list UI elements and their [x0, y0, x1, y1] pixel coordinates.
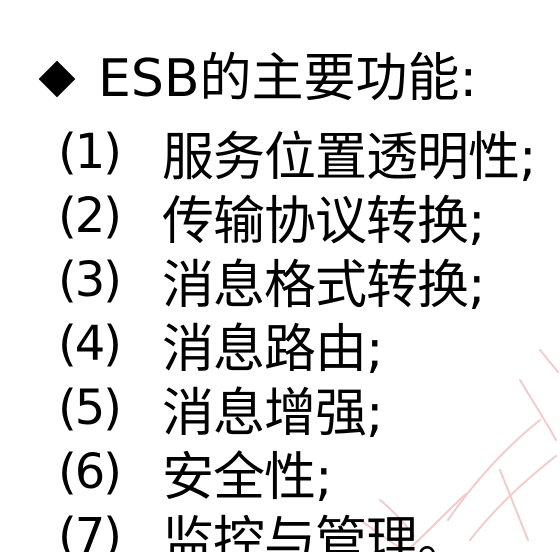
item-number: (7)	[58, 508, 122, 552]
item-number: (1)	[58, 124, 122, 180]
list-item: (4) 消息路由;	[58, 312, 536, 380]
list-item: (6) 安全性;	[58, 440, 536, 508]
list-item: (3) 消息格式转换;	[58, 248, 536, 316]
item-text: 监控与管理。	[162, 511, 469, 552]
list-item: (7) 监控与管理。	[58, 504, 536, 552]
item-number: (4)	[58, 316, 122, 372]
diamond-bullet-icon	[38, 60, 76, 98]
list-item: (2) 传输协议转换;	[58, 184, 536, 252]
slide: ESB的主要功能: (1) 服务位置透明性; (2) 传输协议转换; (3) 消…	[0, 0, 560, 552]
heading-text: ESB的主要功能:	[98, 49, 478, 109]
item-number: (2)	[58, 188, 122, 244]
list-item: (5) 消息增强;	[58, 376, 536, 444]
item-number: (5)	[58, 380, 122, 436]
item-number: (3)	[58, 252, 122, 308]
item-number: (6)	[58, 444, 122, 500]
list-item: (1) 服务位置透明性;	[58, 120, 537, 188]
function-list: (1) 服务位置透明性; (2) 传输协议转换; (3) 消息格式转换; (4)…	[58, 120, 537, 552]
heading: ESB的主要功能:	[38, 42, 477, 116]
